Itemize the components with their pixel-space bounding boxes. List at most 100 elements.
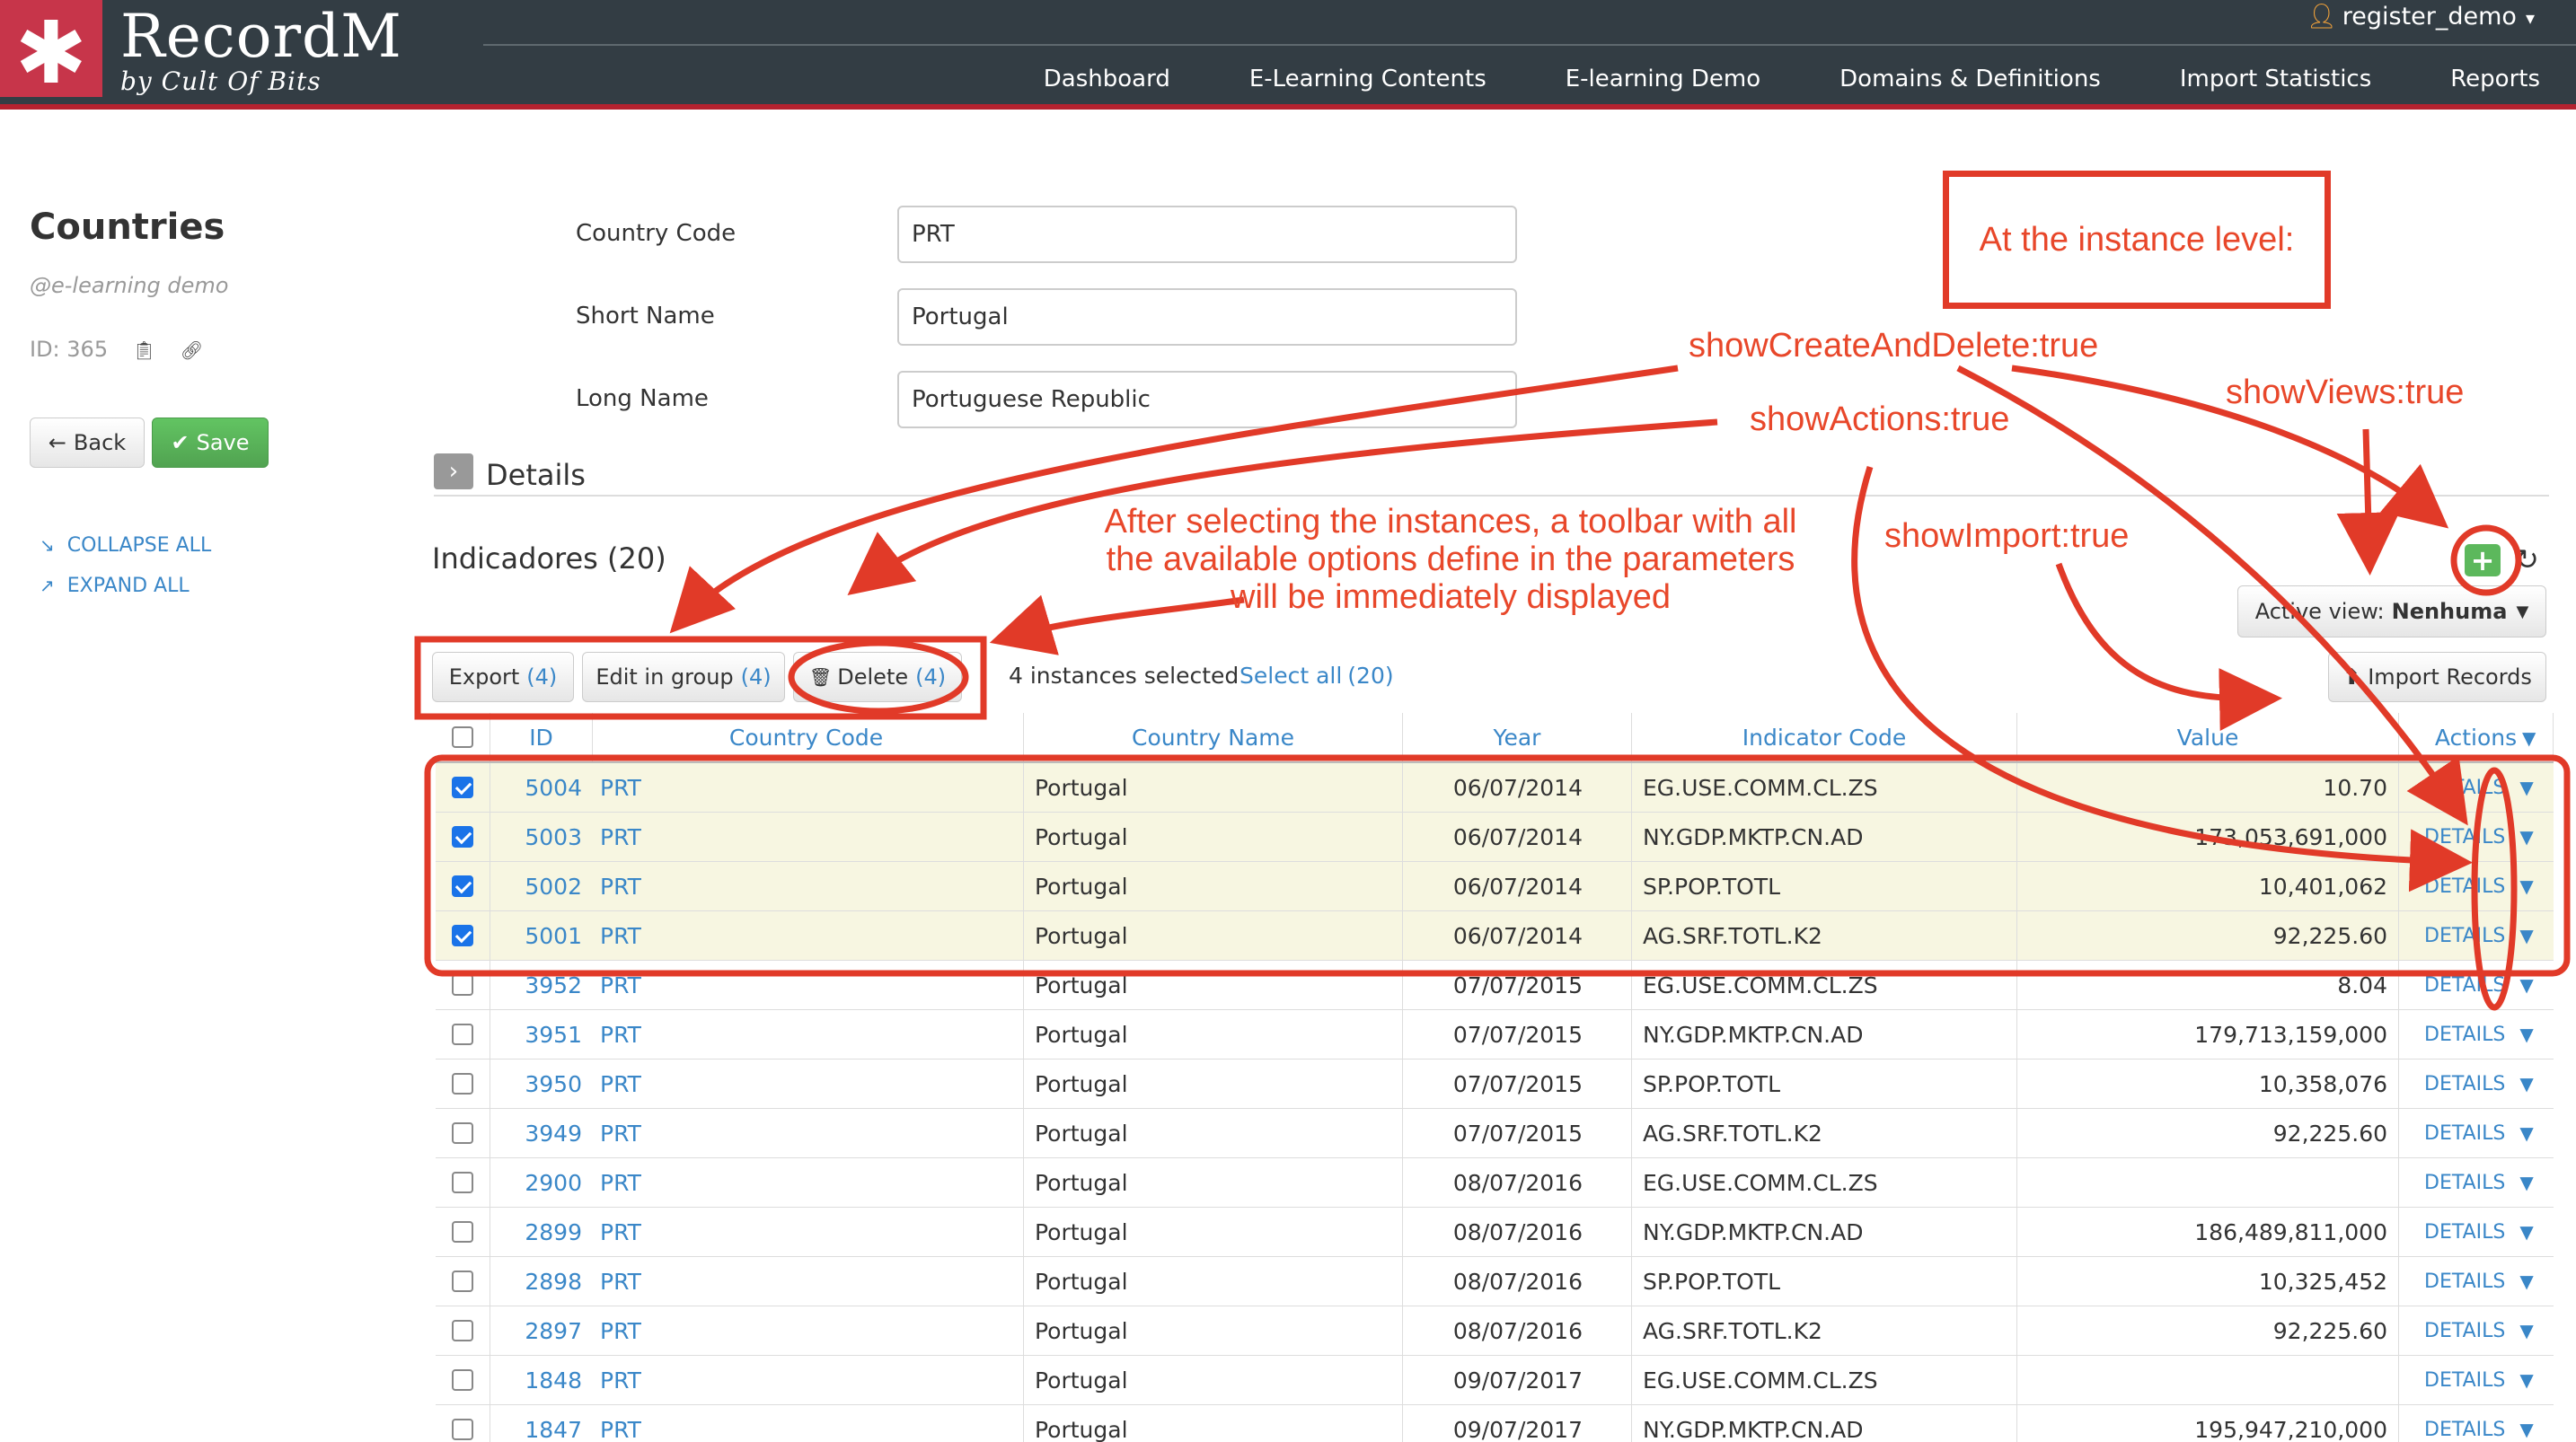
- save-button[interactable]: ✔ Save: [152, 418, 269, 468]
- chevron-down-icon[interactable]: ▼: [2519, 1073, 2533, 1095]
- cell-country-code[interactable]: PRT: [593, 1010, 1024, 1059]
- details-link[interactable]: DETAILS: [2424, 974, 2505, 997]
- nav-elearning-demo[interactable]: E-learning Demo: [1566, 66, 1760, 92]
- nav-import-statistics[interactable]: Import Statistics: [2180, 66, 2371, 92]
- plus-icon[interactable]: +: [2465, 544, 2501, 576]
- logo-icon[interactable]: ✱: [0, 0, 102, 103]
- row-checkbox[interactable]: [452, 1320, 473, 1341]
- column-header-id[interactable]: ID: [490, 713, 593, 761]
- import-records-button[interactable]: ⬆︎ Import Records: [2328, 652, 2546, 702]
- row-checkbox[interactable]: [452, 826, 473, 848]
- row-checkbox[interactable]: [452, 875, 473, 897]
- chevron-down-icon[interactable]: ▼: [2519, 875, 2533, 897]
- back-button[interactable]: ← Back: [30, 418, 145, 468]
- details-link[interactable]: DETAILS: [2424, 1172, 2505, 1194]
- details-section-title[interactable]: Details: [486, 458, 586, 492]
- country-code-input[interactable]: [897, 206, 1517, 263]
- active-view-dropdown[interactable]: Active view: Nenhuma ▼: [2237, 585, 2546, 637]
- details-link[interactable]: DETAILS: [2424, 1419, 2505, 1441]
- table-row[interactable]: 1848 PRT Portugal 09/07/2017 EG.USE.COMM.CL.…: [436, 1356, 2554, 1405]
- select-all-link[interactable]: Select all (20): [1239, 663, 1394, 689]
- export-button[interactable]: Export (4): [432, 652, 574, 702]
- chevron-down-icon[interactable]: ▼: [2519, 777, 2533, 798]
- table-row[interactable]: 2900 PRT Portugal 08/07/2016 EG.USE.COMM.CL.…: [436, 1158, 2554, 1208]
- row-checkbox[interactable]: [452, 1419, 473, 1440]
- chevron-down-icon[interactable]: ▼: [2519, 1320, 2533, 1341]
- details-link[interactable]: DETAILS: [2424, 1221, 2505, 1244]
- cell-id[interactable]: 2900: [490, 1158, 593, 1207]
- column-header-indicator-code[interactable]: Indicator Code: [1632, 713, 2017, 761]
- cell-country-code[interactable]: PRT: [593, 763, 1024, 812]
- table-row[interactable]: 3949 PRT Portugal 07/07/2015 AG.SRF.TOTL.K2 9…: [436, 1109, 2554, 1158]
- row-checkbox[interactable]: [452, 1271, 473, 1292]
- cell-country-code[interactable]: PRT: [593, 1306, 1024, 1355]
- cell-id[interactable]: 5001: [490, 911, 593, 960]
- chevron-down-icon[interactable]: ▼: [2519, 1271, 2533, 1292]
- row-checkbox[interactable]: [452, 925, 473, 946]
- chevron-down-icon[interactable]: ▼: [2519, 1419, 2533, 1440]
- columns-menu-icon[interactable]: ▼: [2522, 727, 2536, 749]
- table-row[interactable]: 5003 PRT Portugal 06/07/2014 NY.GDP.MKTP.CN.…: [436, 813, 2554, 862]
- cell-id[interactable]: 3949: [490, 1109, 593, 1157]
- cell-id[interactable]: 2897: [490, 1306, 593, 1355]
- short-name-input[interactable]: [897, 288, 1517, 346]
- details-link[interactable]: DETAILS: [2424, 1320, 2505, 1342]
- details-link[interactable]: DETAILS: [2424, 1369, 2505, 1392]
- row-checkbox[interactable]: [452, 777, 473, 798]
- cell-id[interactable]: 2898: [490, 1257, 593, 1306]
- cell-country-code[interactable]: PRT: [593, 1208, 1024, 1256]
- delete-button[interactable]: 🗑︎ Delete (4): [793, 652, 962, 702]
- table-row[interactable]: 3950 PRT Portugal 07/07/2015 SP.POP.TOTL 10,3…: [436, 1060, 2554, 1109]
- column-header-country-code[interactable]: Country Code: [593, 713, 1024, 761]
- cell-country-code[interactable]: PRT: [593, 1405, 1024, 1442]
- table-row[interactable]: 2898 PRT Portugal 08/07/2016 SP.POP.TOTL 10,3…: [436, 1257, 2554, 1306]
- expand-all-link[interactable]: ↗ EXPAND ALL: [40, 575, 190, 597]
- column-header-value[interactable]: Value: [2017, 713, 2399, 761]
- nav-domains-definitions[interactable]: Domains & Definitions: [1839, 66, 2101, 92]
- cell-country-code[interactable]: PRT: [593, 1060, 1024, 1108]
- details-link[interactable]: DETAILS: [2424, 1271, 2505, 1293]
- chevron-right-icon[interactable]: ›: [434, 453, 473, 489]
- row-checkbox[interactable]: [452, 1073, 473, 1095]
- select-all-checkbox[interactable]: [452, 726, 473, 748]
- chevron-down-icon[interactable]: ▼: [2519, 1369, 2533, 1391]
- chevron-down-icon[interactable]: ▼: [2519, 1024, 2533, 1045]
- cell-id[interactable]: 1848: [490, 1356, 593, 1404]
- table-row[interactable]: 1847 PRT Portugal 09/07/2017 NY.GDP.MKTP.CN.…: [436, 1405, 2554, 1442]
- cell-id[interactable]: 2899: [490, 1208, 593, 1256]
- collapse-all-link[interactable]: ↘ COLLAPSE ALL: [40, 534, 211, 557]
- details-link[interactable]: DETAILS: [2424, 1122, 2505, 1145]
- cell-id[interactable]: 3951: [490, 1010, 593, 1059]
- cell-country-code[interactable]: PRT: [593, 961, 1024, 1009]
- nav-elearning-contents[interactable]: E-Learning Contents: [1249, 66, 1486, 92]
- cell-country-code[interactable]: PRT: [593, 813, 1024, 861]
- cell-country-code[interactable]: PRT: [593, 862, 1024, 910]
- nav-reports[interactable]: Reports: [2450, 66, 2540, 92]
- row-checkbox[interactable]: [452, 1122, 473, 1144]
- chevron-down-icon[interactable]: ▼: [2519, 1122, 2533, 1144]
- brand-name[interactable]: RecordM: [120, 2, 402, 71]
- cell-id[interactable]: 3952: [490, 961, 593, 1009]
- details-link[interactable]: DETAILS: [2424, 925, 2505, 947]
- chevron-down-icon[interactable]: ▼: [2519, 1221, 2533, 1243]
- chevron-down-icon[interactable]: ▼: [2519, 1172, 2533, 1193]
- chevron-down-icon[interactable]: ▼: [2519, 826, 2533, 848]
- details-link[interactable]: DETAILS: [2424, 777, 2505, 799]
- chevron-down-icon[interactable]: ▼: [2519, 974, 2533, 996]
- details-link[interactable]: DETAILS: [2424, 826, 2505, 848]
- clipboard-icon[interactable]: 📋︎: [133, 339, 155, 361]
- cell-id[interactable]: 5004: [490, 763, 593, 812]
- cell-country-code[interactable]: PRT: [593, 1356, 1024, 1404]
- long-name-input[interactable]: [897, 371, 1517, 428]
- user-menu[interactable]: 👤︎ register_demo ▾: [2306, 2, 2535, 31]
- table-row[interactable]: 2899 PRT Portugal 08/07/2016 NY.GDP.MKTP.CN.…: [436, 1208, 2554, 1257]
- details-link[interactable]: DETAILS: [2424, 1073, 2505, 1095]
- table-row[interactable]: 3952 PRT Portugal 07/07/2015 EG.USE.COMM.CL.…: [436, 961, 2554, 1010]
- table-row[interactable]: 3951 PRT Portugal 07/07/2015 NY.GDP.MKTP.CN.…: [436, 1010, 2554, 1060]
- edit-in-group-button[interactable]: Edit in group (4): [582, 652, 785, 702]
- details-link[interactable]: DETAILS: [2424, 1024, 2505, 1046]
- cell-country-code[interactable]: PRT: [593, 1109, 1024, 1157]
- row-checkbox[interactable]: [452, 1221, 473, 1243]
- details-link[interactable]: DETAILS: [2424, 875, 2505, 898]
- refresh-icon[interactable]: ↻: [2515, 542, 2539, 576]
